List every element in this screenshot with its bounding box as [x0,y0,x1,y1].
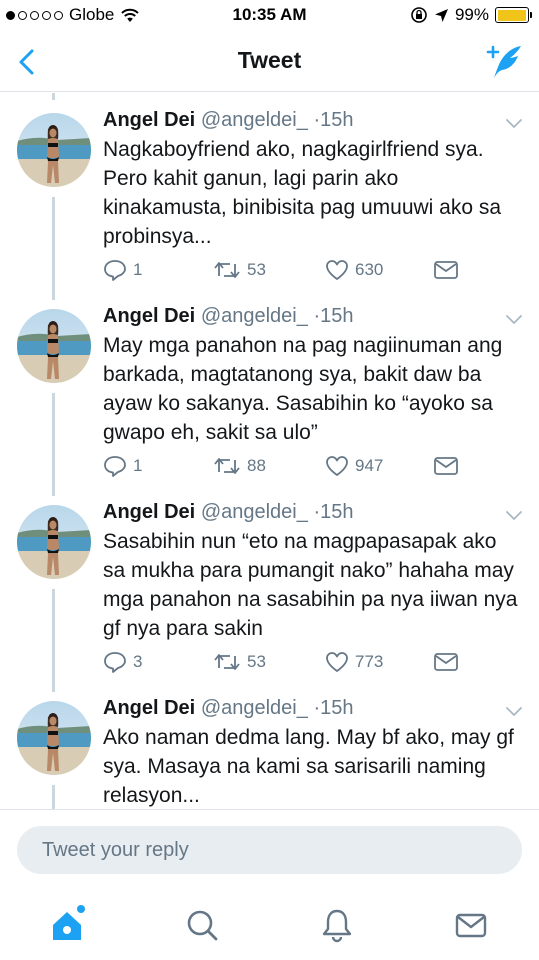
direct-message-icon [434,261,458,279]
tweet-actions: 1 53 630 [103,259,503,283]
like-count: 630 [355,260,384,279]
author-handle[interactable]: @angeldei_ [201,501,308,523]
page-title: Tweet [237,47,302,73]
heart-icon [326,260,348,280]
tweet-actions: 3 53 773 [103,651,503,675]
direct-message-button[interactable] [433,651,459,673]
tweet-options-button[interactable] [505,117,523,129]
reply-bar [0,809,539,889]
tab-home[interactable] [46,903,90,947]
direct-message-icon [434,653,458,671]
avatar-image [17,309,91,383]
like-count: 947 [355,456,384,475]
reply-input[interactable] [17,826,522,874]
tweet[interactable]: Angel Dei @angeldei_ ·15h Sasabihin nun … [0,485,539,681]
compose-tweet-icon [486,45,521,78]
tab-messages[interactable] [449,903,493,947]
author-name[interactable]: Angel Dei [103,109,195,131]
avatar[interactable] [17,113,91,187]
tweet[interactable]: Angel Dei @angeldei_ ·15h May mga panaho… [0,289,539,485]
direct-message-button[interactable] [433,455,459,477]
notifications-bell-icon [322,909,352,943]
tweet-options-button[interactable] [505,509,523,521]
location-arrow-icon [434,8,448,22]
author-handle[interactable]: @angeldei_ [201,109,308,131]
nav-bar: Tweet [0,32,539,92]
avatar-image [17,701,91,775]
chevron-down-icon [506,315,522,324]
author-name[interactable]: Angel Dei [103,305,195,327]
heart-icon [326,456,348,476]
avatar-image [17,113,91,187]
tweet-header: Angel Dei @angeldei_ ·15h [103,305,353,328]
tweet-header: Angel Dei @angeldei_ ·15h [103,501,353,524]
avatar[interactable] [17,309,91,383]
reply-count: 1 [133,260,143,279]
chevron-down-icon [506,119,522,128]
reply-button[interactable]: 1 [103,259,142,281]
tweet-text: May mga panahon na pag nagiinuman ang ba… [103,334,503,444]
like-button[interactable]: 947 [325,455,383,477]
home-icon [53,905,85,940]
compose-tweet-button[interactable] [485,42,525,82]
author-name[interactable]: Angel Dei [103,501,195,523]
retweet-icon [214,654,240,670]
tab-notifications[interactable] [315,903,359,947]
tweet-options-button[interactable] [505,705,523,717]
like-count: 773 [355,652,384,671]
reply-icon [104,260,126,281]
tweet-time: 15h [320,501,354,523]
avatar[interactable] [17,701,91,775]
battery-percent: 99% [454,5,489,24]
reply-icon [104,652,126,673]
like-button[interactable]: 630 [325,259,383,281]
tweet-actions: 1 88 947 [103,455,503,479]
tweet-time: 15h [320,305,354,327]
reply-count: 3 [133,652,143,671]
tweet-header: Angel Dei @angeldei_ ·15h [103,697,353,720]
reply-button[interactable]: 3 [103,651,142,673]
reply-button[interactable]: 1 [103,455,142,477]
rotation-lock-icon [411,7,427,23]
reply-icon [104,456,126,477]
direct-message-button[interactable] [433,259,459,281]
avatar[interactable] [17,505,91,579]
avatar-image [17,505,91,579]
like-button[interactable]: 773 [325,651,383,673]
retweet-button[interactable]: 53 [213,651,266,673]
retweet-button[interactable]: 88 [213,455,266,477]
status-bar: Globe 10:35 AM 99% [0,0,539,32]
battery-icon [495,7,532,23]
tweet-time: 15h [320,697,354,719]
retweet-count: 53 [247,260,266,279]
heart-icon [326,652,348,672]
reply-count: 1 [133,456,143,475]
retweet-count: 53 [247,652,266,671]
retweet-count: 88 [247,456,266,475]
tweet-text: Nagkaboyfriend ako, nagkagirlfriend sya.… [103,138,502,248]
tweet[interactable]: Angel Dei @angeldei_ ·15h Ako naman dedm… [0,681,539,809]
author-handle[interactable]: @angeldei_ [201,305,308,327]
author-handle[interactable]: @angeldei_ [201,697,308,719]
search-icon [187,910,218,941]
retweet-icon [214,262,240,278]
tweet-header: Angel Dei @angeldei_ ·15h [103,109,353,132]
messages-envelope-icon [455,913,487,938]
tweet-thread: Angel Dei @angeldei_ ·15h Nagkaboyfriend… [0,93,539,809]
retweet-button[interactable]: 53 [213,259,266,281]
tab-search[interactable] [180,903,224,947]
chevron-down-icon [506,511,522,520]
tweet-text: Ako naman dedma lang. May bf ako, may gf… [103,726,514,807]
direct-message-icon [434,457,458,475]
author-name[interactable]: Angel Dei [103,697,195,719]
tweet-text: Sasabihin nun “eto na magpapasapak ako s… [103,530,518,640]
tweet-options-button[interactable] [505,313,523,325]
tweet-time: 15h [320,109,354,131]
status-right: 99% [410,5,532,25]
tweet[interactable]: Angel Dei @angeldei_ ·15h Nagkaboyfriend… [0,93,539,289]
tab-bar [0,889,539,960]
retweet-icon [214,458,240,474]
chevron-down-icon [506,707,522,716]
